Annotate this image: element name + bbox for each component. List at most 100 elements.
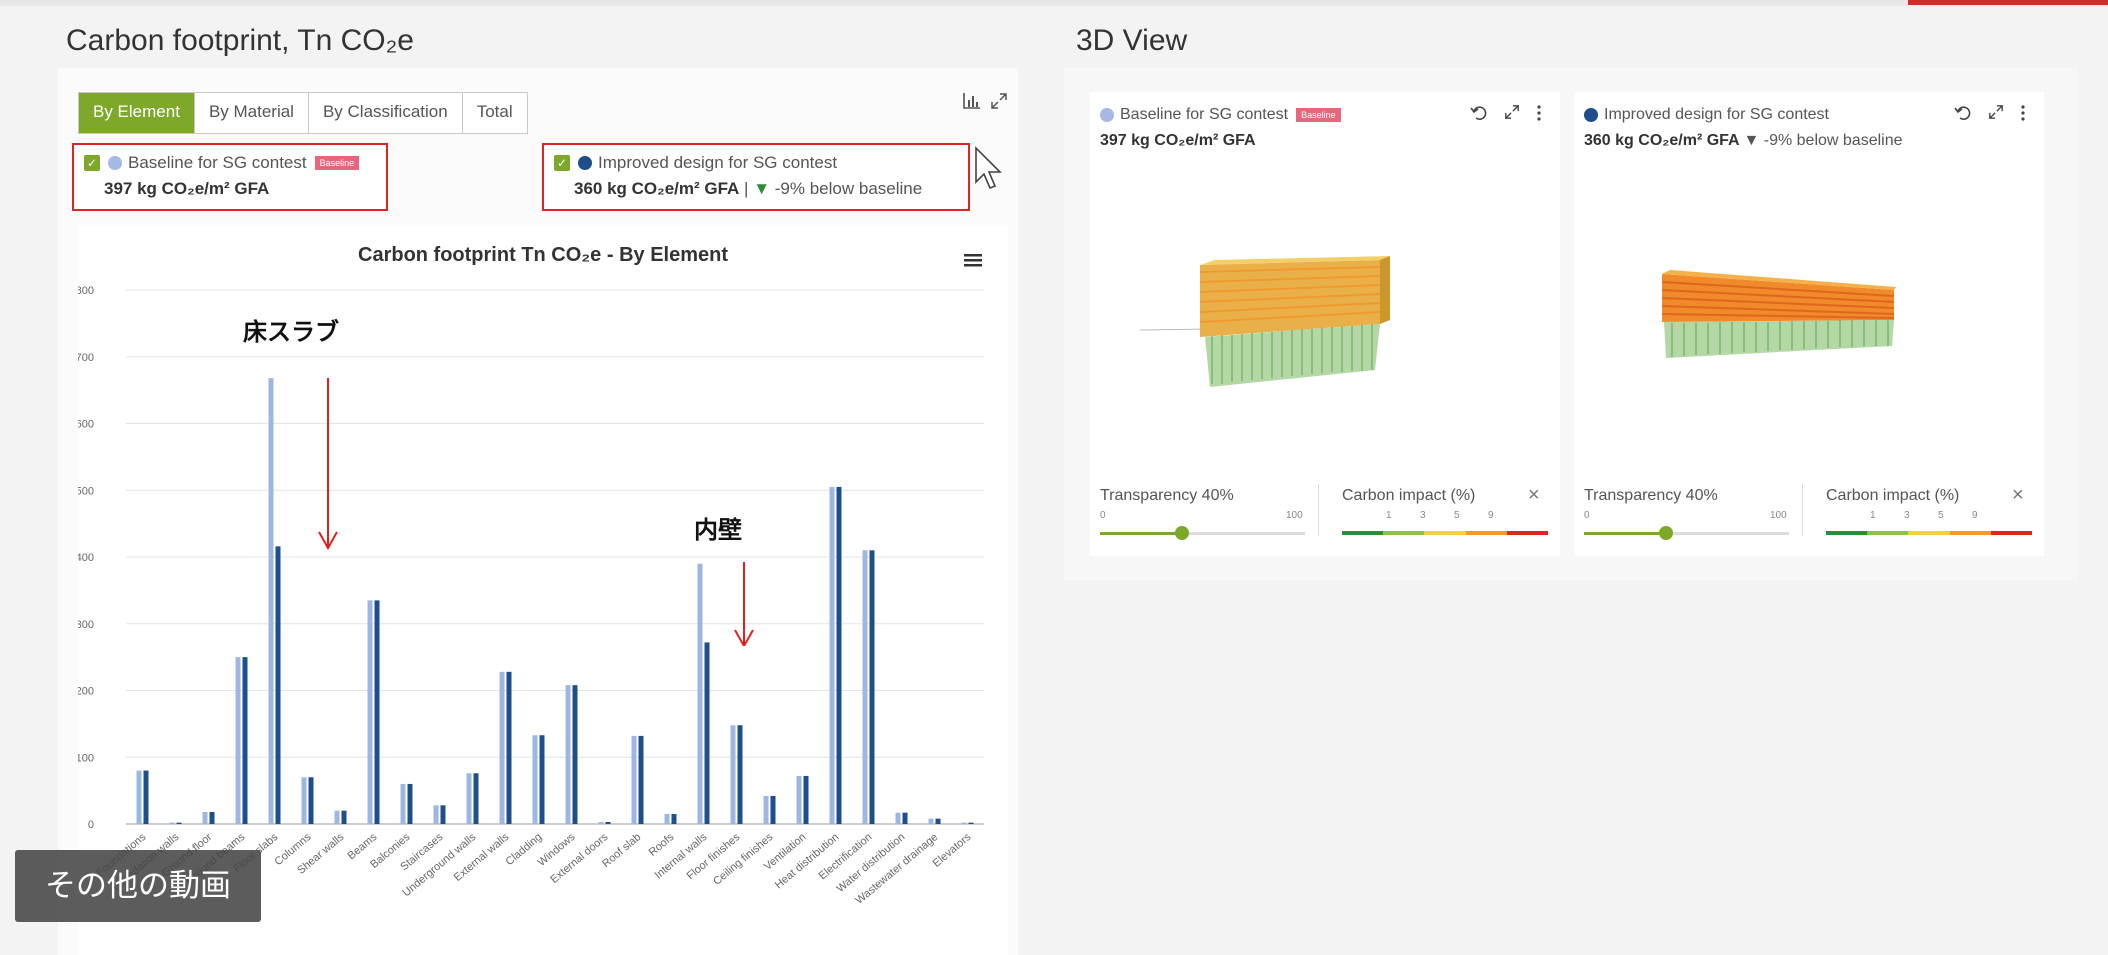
- baseline-legend[interactable]: ✓ Baseline for SG contest Baseline 397 k…: [72, 143, 388, 211]
- more-videos-button[interactable]: その他の動画: [15, 850, 261, 922]
- divider: [1318, 484, 1319, 536]
- bar: [433, 805, 439, 824]
- impact-tick: 5: [1938, 510, 1944, 521]
- bar: [565, 685, 571, 824]
- impact-tick: 5: [1454, 510, 1460, 521]
- improved-value: 360 kg CO₂e/m² GFA: [574, 179, 740, 198]
- bar: [968, 822, 974, 824]
- bar: [862, 550, 868, 824]
- bar: [176, 822, 182, 824]
- y-tick-label: 800: [78, 285, 94, 297]
- y-tick-label: 300: [78, 619, 94, 631]
- carbon-impact-scale: [1342, 531, 1549, 535]
- y-tick-label: 100: [78, 752, 94, 764]
- impact-tick: 1: [1386, 510, 1392, 521]
- bar: [242, 657, 248, 824]
- transparency-min: 0: [1100, 510, 1106, 521]
- bar: [275, 546, 281, 824]
- y-tick-label: 200: [78, 686, 94, 698]
- mouse-cursor-icon: [974, 146, 1004, 197]
- floor-slab-annotation: 床スラブ: [243, 319, 339, 346]
- chart-card: Carbon footprint Tn CO₂e - By Element 01…: [78, 226, 1008, 955]
- bar: [532, 735, 538, 824]
- bar: [466, 773, 472, 824]
- bar: [301, 777, 307, 824]
- bar: [209, 811, 215, 824]
- transparency-slider[interactable]: [1100, 532, 1305, 535]
- improved-label: Improved design for SG contest: [598, 153, 838, 172]
- bar: [638, 735, 644, 824]
- bar: [341, 810, 347, 824]
- y-tick-label: 600: [78, 419, 94, 431]
- bar: [961, 822, 967, 824]
- expand-icon[interactable]: [990, 92, 1008, 115]
- carbon-footprint-title: Carbon footprint, Tn CO₂e: [66, 24, 414, 57]
- improved-3d-card: Improved design for SG contest 360 kg CO…: [1574, 92, 2044, 556]
- bar: [895, 812, 901, 824]
- improved-legend[interactable]: ✓ Improved design for SG contest 360 kg …: [542, 143, 970, 211]
- y-tick-label: 0: [88, 819, 94, 831]
- bar: [935, 818, 941, 824]
- red-arrow-floor-slab: [316, 378, 340, 555]
- bar: [235, 657, 241, 824]
- value-separator: |: [739, 179, 754, 198]
- bar: [136, 770, 142, 824]
- bar: [836, 486, 842, 824]
- bar: [407, 783, 413, 824]
- bar: [730, 725, 736, 824]
- bar: [671, 813, 677, 824]
- tab-by-element[interactable]: By Element: [79, 93, 195, 133]
- internal-wall-annotation: 内壁: [694, 517, 742, 544]
- transparency-slider[interactable]: [1584, 532, 1789, 535]
- y-tick-label: 400: [78, 552, 94, 564]
- x-tick-label: External doors: [548, 831, 610, 886]
- bar: [803, 775, 809, 824]
- bar: [928, 818, 934, 824]
- bar: [268, 378, 274, 824]
- transparency-max: 100: [1770, 510, 1787, 521]
- baseline-checkbox[interactable]: ✓: [84, 155, 100, 171]
- bar: [308, 777, 314, 824]
- red-arrow-internal-wall: [732, 562, 756, 651]
- bar: [473, 773, 479, 824]
- bar: [169, 822, 175, 824]
- impact-tick: 3: [1904, 510, 1910, 521]
- bar: [598, 821, 604, 824]
- transparency-slider-thumb[interactable]: [1175, 526, 1189, 540]
- impact-tick: 9: [1488, 510, 1494, 521]
- transparency-label: Transparency 40%: [1584, 487, 1718, 504]
- improved-delta: -9% below baseline: [774, 179, 923, 198]
- bar: [572, 685, 578, 824]
- baseline-dot: [108, 156, 122, 170]
- improved-value-line: 360 kg CO₂e/m² GFA | ▼ -9% below baselin…: [574, 179, 922, 199]
- bar: [367, 600, 373, 824]
- close-icon[interactable]: ×: [2012, 484, 2024, 507]
- bar: [499, 671, 505, 824]
- bar: [829, 486, 835, 824]
- view-tabs: By Element By Material By Classification…: [78, 92, 528, 134]
- impact-tick: 1: [1870, 510, 1876, 521]
- tab-total[interactable]: Total: [463, 93, 527, 133]
- baseline-label: Baseline for SG contest: [128, 153, 307, 172]
- close-icon[interactable]: ×: [1528, 484, 1540, 507]
- improved-checkbox[interactable]: ✓: [554, 155, 570, 171]
- bar-chart-icon[interactable]: [962, 92, 982, 115]
- impact-tick: 3: [1420, 510, 1426, 521]
- bar-chart: 0100200300400500600700800FoundationsFoun…: [78, 285, 984, 907]
- transparency-label: Transparency 40%: [1100, 487, 1234, 504]
- transparency-slider-thumb[interactable]: [1659, 526, 1673, 540]
- bar: [400, 783, 406, 824]
- carbon-impact-label: Carbon impact (%): [1826, 487, 1960, 504]
- top-bar: [0, 0, 2108, 6]
- bar: [697, 563, 703, 824]
- bar: [374, 600, 380, 824]
- tab-by-classification[interactable]: By Classification: [309, 93, 463, 133]
- y-tick-label: 500: [78, 485, 94, 497]
- bar: [506, 671, 512, 824]
- y-tick-label: 700: [78, 352, 94, 364]
- improved-dot: [578, 156, 592, 170]
- tab-by-material[interactable]: By Material: [195, 93, 309, 133]
- 3d-view-title: 3D View: [1076, 24, 1188, 57]
- bar: [143, 770, 149, 824]
- bar: [334, 810, 340, 824]
